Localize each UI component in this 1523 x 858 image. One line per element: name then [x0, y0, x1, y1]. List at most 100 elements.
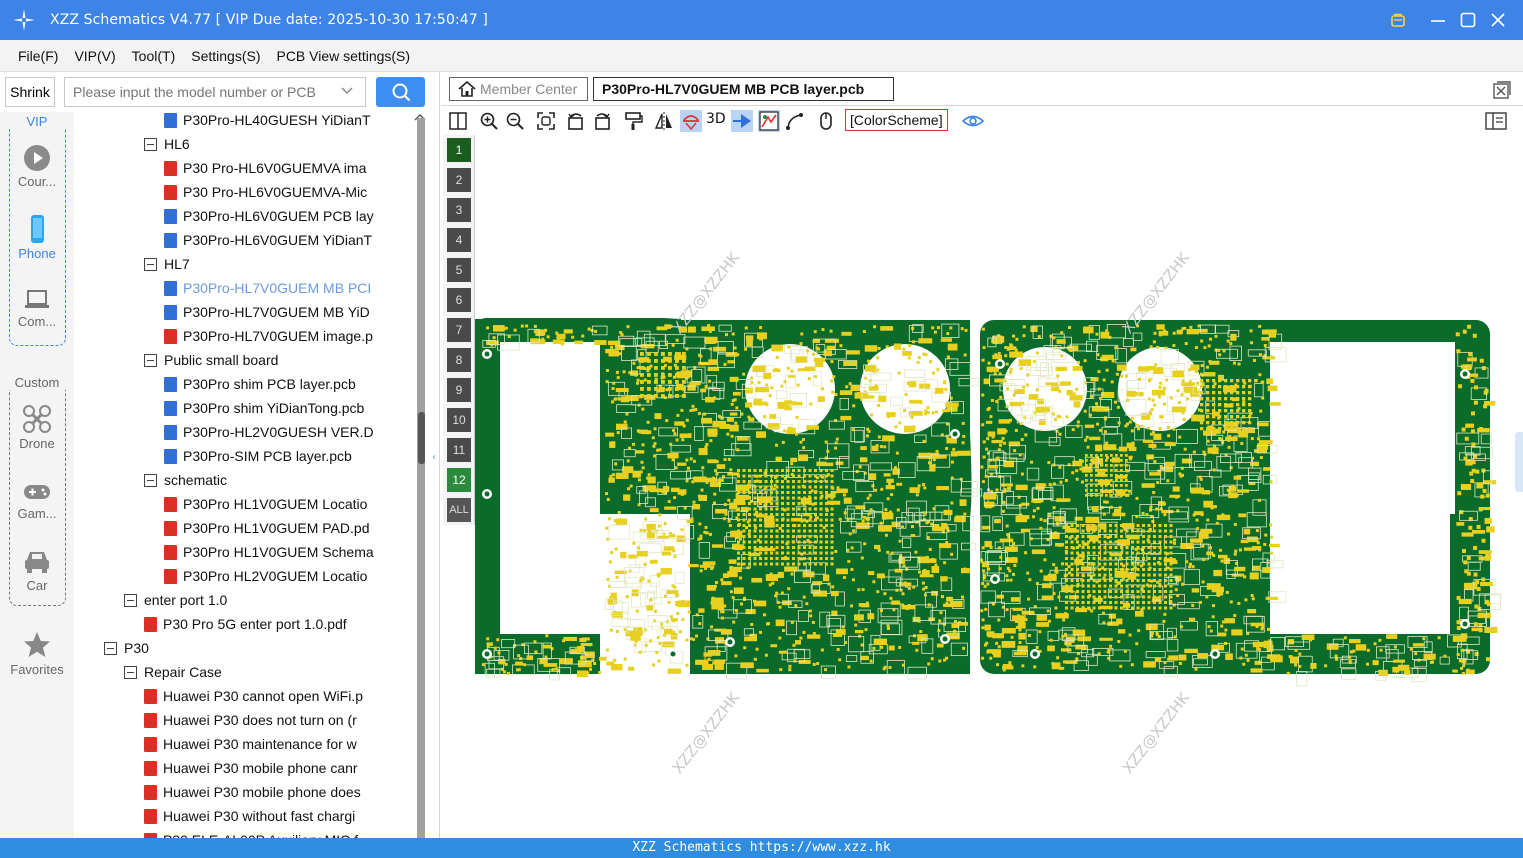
tree-file[interactable]: P30 Pro 5G enter port 1.0.pdf	[144, 612, 347, 636]
trace-icon[interactable]	[784, 110, 806, 132]
tab-member-center[interactable]: Member Center	[449, 77, 588, 101]
tree-folder[interactable]: Repair Case	[124, 660, 222, 684]
tree-file[interactable]: P30 Pro-HL6V0GUEMVA ima	[164, 156, 366, 180]
shrink-button[interactable]: Shrink	[5, 77, 55, 107]
tree-file[interactable]: P30Pro shim PCB layer.pcb	[164, 372, 356, 396]
tree-folder[interactable]: HL7	[144, 252, 190, 276]
tree-file[interactable]: P30Pro HL1V0GUEM Locatio	[164, 492, 367, 516]
category-car[interactable]: Car	[0, 546, 74, 593]
tree-file[interactable]: P30 ELE-AL00P Auxiliary MIC f	[144, 828, 358, 838]
tree-file[interactable]: Huawei P30 cannot open WiFi.p	[144, 684, 363, 708]
collapse-toggle-icon[interactable]	[144, 257, 157, 271]
tree-folder[interactable]: P30	[104, 636, 149, 660]
tree-file[interactable]: Huawei P30 maintenance for w	[144, 732, 357, 756]
layer-button-all[interactable]: ALL	[447, 498, 471, 522]
category-courses[interactable]: Cour...	[0, 144, 74, 189]
category-game[interactable]: Gam...	[0, 480, 74, 521]
probe-icon[interactable]	[680, 110, 702, 132]
layer-button-6[interactable]: 6	[447, 288, 471, 312]
tree-file[interactable]: P30Pro-HL7V0GUEM MB PCI	[164, 276, 371, 300]
tree-file[interactable]: P30Pro shim YiDianTong.pcb	[164, 396, 364, 420]
tree-file[interactable]: P30Pro HL2V0GUEM Locatio	[164, 564, 367, 588]
tree-scrollbar[interactable]	[408, 112, 432, 838]
collapse-toggle-icon[interactable]	[144, 473, 157, 487]
zoom-in-icon[interactable]	[478, 110, 500, 132]
3d-view-button[interactable]: 3D	[706, 111, 726, 127]
menu-settings[interactable]: Settings(S)	[191, 48, 260, 64]
tree-file[interactable]: Huawei P30 without fast chargi	[144, 804, 355, 828]
pcb-board-view[interactable]	[475, 134, 1523, 838]
layer-map-icon[interactable]	[758, 110, 780, 132]
close-tabs-icon[interactable]	[1493, 81, 1511, 99]
layer-button-7[interactable]: 7	[447, 318, 471, 342]
tree-file[interactable]: P30Pro-HL6V0GUEM PCB lay	[164, 204, 374, 228]
close-icon[interactable]	[1483, 0, 1513, 40]
net-highlight-icon[interactable]	[731, 110, 753, 132]
menu-tool[interactable]: Tool(T)	[132, 48, 176, 64]
chevron-down-icon[interactable]	[340, 84, 354, 98]
collapse-toggle-icon[interactable]	[144, 137, 157, 151]
mirror-icon[interactable]	[653, 110, 675, 132]
rotate-right-icon[interactable]	[591, 110, 613, 132]
tree-file[interactable]: P30Pro HL1V0GUEM PAD.pd	[164, 516, 370, 540]
tab-pcb-file[interactable]: P30Pro-HL7V0GUEM MB PCB layer.pcb	[593, 77, 894, 101]
layer-button-1[interactable]: 1	[447, 138, 471, 162]
side-panel-icon[interactable]	[1485, 110, 1507, 132]
bga-ball	[1136, 568, 1140, 572]
scrollbar-track[interactable]	[417, 118, 425, 838]
category-favorites[interactable]: Favorites	[0, 630, 74, 677]
tree-file[interactable]: P30Pro-SIM PCB layer.pcb	[164, 444, 352, 468]
layer-button-4[interactable]: 4	[447, 228, 471, 252]
menu-pcb-view-settings[interactable]: PCB View settings(S)	[276, 48, 410, 64]
maximize-icon[interactable]	[1453, 0, 1483, 40]
tree-file[interactable]: Huawei P30 does not turn on (r	[144, 708, 357, 732]
collapse-toggle-icon[interactable]	[104, 641, 117, 655]
tree-folder[interactable]: HL6	[144, 132, 190, 156]
rotate-left-icon[interactable]	[565, 110, 587, 132]
layer-button-2[interactable]: 2	[447, 168, 471, 192]
tree-file[interactable]: P30Pro-HL40GUESH YiDianT	[164, 112, 371, 132]
collapse-toggle-icon[interactable]	[124, 665, 137, 679]
tree-file[interactable]: P30Pro-HL7V0GUEM image.p	[164, 324, 373, 348]
scrollbar-thumb[interactable]	[418, 412, 425, 464]
tree-folder[interactable]: Public small board	[144, 348, 278, 372]
tree-file[interactable]: P30 Pro-HL6V0GUEMVA-Mic	[164, 180, 367, 204]
pad	[698, 522, 702, 526]
layer-button-11[interactable]: 11	[447, 438, 471, 462]
menu-file[interactable]: File(F)	[18, 48, 58, 64]
split-view-icon[interactable]	[447, 110, 469, 132]
collapse-toggle-icon[interactable]	[124, 593, 137, 607]
tree-file[interactable]: P30Pro-HL6V0GUEM YiDianT	[164, 228, 372, 252]
mouse-icon[interactable]	[815, 110, 837, 132]
collapse-toggle-icon[interactable]	[144, 353, 157, 367]
tree-folder[interactable]: schematic	[144, 468, 227, 492]
fit-screen-icon[interactable]	[535, 110, 557, 132]
tree-file[interactable]: P30Pro HL1V0GUEM Schema	[164, 540, 374, 564]
format-painter-icon[interactable]	[622, 110, 644, 132]
collapse-left-icon[interactable]: ‹	[432, 452, 440, 474]
tree-file[interactable]: P30Pro-HL7V0GUEM MB YiD	[164, 300, 370, 324]
tree-file[interactable]: P30Pro-HL2V0GUESH VER.D	[164, 420, 374, 444]
tree-file[interactable]: Huawei P30 mobile phone does	[144, 780, 361, 804]
layer-button-5[interactable]: 5	[447, 258, 471, 282]
category-drone[interactable]: Drone	[0, 404, 74, 451]
eye-icon[interactable]	[962, 110, 984, 132]
color-scheme-button[interactable]: [ColorScheme]	[845, 109, 948, 131]
category-computer[interactable]: Com...	[0, 284, 74, 329]
layer-button-10[interactable]: 10	[447, 408, 471, 432]
zoom-out-icon[interactable]	[504, 110, 526, 132]
layer-button-9[interactable]: 9	[447, 378, 471, 402]
minimize-icon[interactable]	[1423, 0, 1453, 40]
search-input[interactable]	[64, 77, 366, 107]
layer-button-8[interactable]: 8	[447, 348, 471, 372]
category-phone[interactable]: Phone	[0, 214, 74, 261]
right-panel-handle[interactable]	[1515, 432, 1523, 492]
search-button[interactable]	[376, 77, 425, 107]
tree-folder[interactable]: enter port 1.0	[124, 588, 227, 612]
menu-vip[interactable]: VIP(V)	[74, 48, 115, 64]
pcb-canvas[interactable]: XZZ@XZZHK XZZ@XZZHK XZZ@XZZHK XZZ@XZZHK	[475, 134, 1523, 838]
layer-button-3[interactable]: 3	[447, 198, 471, 222]
layer-button-12[interactable]: 12	[447, 468, 471, 492]
vip-bag-icon[interactable]	[1383, 0, 1413, 40]
tree-file[interactable]: Huawei P30 mobile phone canr	[144, 756, 358, 780]
